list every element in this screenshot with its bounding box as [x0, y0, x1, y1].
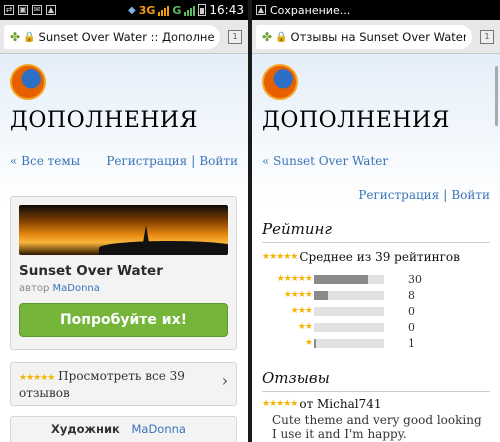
rating-row-stars-icon: ★★★	[290, 306, 313, 316]
login-link[interactable]: Войти	[451, 188, 490, 202]
clock: 16:43	[209, 3, 244, 17]
right-browser-pane: ▲ Сохранение... ✤ 🔒 Отзывы на Sunset Ove…	[252, 0, 500, 442]
rating-bar	[314, 306, 384, 316]
lock-icon: 🔒	[23, 31, 36, 43]
reviews-section-title: Отзывы	[262, 369, 330, 387]
url-field[interactable]: ✤ 🔒 Sunset Over Water :: Дополнения	[4, 25, 220, 49]
left-browser-pane: ⇄ ▣ ✉ ▲ ◆ 3G G 16:43 ✤ 🔒 Sunset Over Wat…	[0, 0, 248, 442]
download-image-icon: ▲	[256, 5, 266, 15]
rating-count: 30	[408, 272, 422, 286]
review-author: ★★★★★ от Michal741	[262, 397, 382, 411]
gallery-icon: ▣	[18, 5, 28, 15]
rating-row-1-stars[interactable]: ★ 1	[262, 336, 477, 350]
network-3g-label: 3G	[138, 3, 156, 17]
image-icon: ▲	[46, 5, 56, 15]
view-all-reviews[interactable]: ★★★★★ Просмотреть все 39 отзывов ›	[10, 362, 237, 406]
lock-icon: 🔒	[275, 31, 288, 43]
rating-bar	[314, 290, 384, 300]
addon-puzzle-icon: ✤	[10, 30, 21, 44]
addon-title: Sunset Over Water	[19, 263, 163, 279]
account-nav: Регистрация | Войти	[106, 154, 238, 168]
nav-separator: |	[443, 188, 448, 202]
url-bar: ✤ 🔒 Sunset Over Water :: Дополнения 1	[0, 20, 248, 54]
nav-separator: |	[191, 154, 196, 168]
rating-row-5-stars[interactable]: ★★★★★ 30	[262, 272, 477, 286]
status-bar: ▲ Сохранение...	[252, 0, 500, 20]
url-text: Sunset Over Water :: Дополнения	[38, 30, 214, 44]
rating-count: 8	[408, 288, 415, 302]
scrollbar[interactable]	[495, 66, 498, 126]
addon-author: автор MaDonna	[19, 283, 100, 294]
rating-bar-fill	[314, 274, 368, 284]
firefox-logo-icon[interactable]	[262, 64, 298, 100]
page-content: ДОПОЛНЕНИЯ « Все темы Регистрация | Войт…	[0, 54, 248, 442]
signal-bars-icon	[158, 5, 170, 16]
rating-row-4-stars[interactable]: ★★★★ 8	[262, 288, 477, 302]
review-stars-icon: ★★★★★	[262, 399, 298, 409]
rating-section-title: Рейтинг	[262, 220, 332, 238]
average-rating-text: Среднее из 39 рейтингов	[299, 250, 460, 264]
wifi-icon: ◆	[127, 4, 136, 16]
register-link[interactable]: Регистрация	[106, 154, 187, 168]
preview-hill	[99, 241, 228, 255]
mail-icon: ✉	[32, 5, 42, 15]
account-nav: Регистрация | Войти	[358, 188, 490, 202]
rating-bar-fill	[314, 338, 317, 348]
status-notification: Сохранение...	[270, 3, 351, 17]
artist-row: Художник MaDonna	[10, 416, 237, 442]
review-body: Cute theme and very good looking I use i…	[272, 413, 482, 441]
theme-preview-image[interactable]	[19, 205, 228, 255]
author-link[interactable]: MaDonna	[53, 283, 100, 294]
rating-bar	[314, 322, 384, 332]
rating-row-2-stars[interactable]: ★★ 0	[262, 320, 477, 334]
rating-row-stars-icon: ★★	[297, 322, 313, 332]
review-author-text: от Michal741	[299, 397, 382, 411]
rating-bar	[314, 274, 384, 284]
rating-row-3-stars[interactable]: ★★★ 0	[262, 304, 477, 318]
network-g-label: G	[172, 3, 182, 17]
url-bar: ✤ 🔒 Отзывы на Sunset Over Water 1	[252, 20, 500, 54]
rating-section-divider	[262, 242, 490, 243]
signal-bars-2-icon	[184, 5, 196, 16]
all-themes-link[interactable]: « Все темы	[10, 154, 80, 168]
chevron-right-icon: ›	[221, 371, 228, 390]
rating-count: 0	[408, 320, 415, 334]
rating-bar-fill	[314, 290, 328, 300]
login-link[interactable]: Войти	[199, 154, 238, 168]
rating-count: 1	[408, 336, 415, 350]
rating-row-stars-icon: ★★★★★	[276, 274, 313, 284]
back-to-addon-link[interactable]: « Sunset Over Water	[262, 154, 388, 168]
reviews-section-divider	[262, 391, 490, 392]
battery-icon	[198, 4, 207, 16]
page-title: ДОПОЛНЕНИЯ	[262, 108, 450, 133]
url-field[interactable]: ✤ 🔒 Отзывы на Sunset Over Water	[256, 25, 472, 49]
author-prefix: автор	[19, 283, 50, 294]
average-stars-icon: ★★★★★	[262, 252, 298, 262]
rating-row-stars-icon: ★	[304, 338, 313, 348]
artist-link[interactable]: MaDonna	[131, 422, 186, 436]
addon-card: Sunset Over Water автор MaDonna Попробуй…	[10, 196, 237, 350]
page-content: ДОПОЛНЕНИЯ « Sunset Over Water Регистрац…	[252, 54, 500, 442]
rating-count: 0	[408, 304, 415, 318]
rating-bar	[314, 338, 384, 348]
try-it-button[interactable]: Попробуйте их!	[19, 303, 228, 337]
addon-puzzle-icon: ✤	[262, 30, 273, 44]
rating-row-stars-icon: ★★★★	[283, 290, 313, 300]
tabs-button[interactable]: 1	[228, 30, 242, 44]
firefox-logo-icon[interactable]	[10, 64, 46, 100]
usb-icon: ⇄	[4, 5, 14, 15]
tabs-button[interactable]: 1	[480, 30, 494, 44]
register-link[interactable]: Регистрация	[358, 188, 439, 202]
url-text: Отзывы на Sunset Over Water	[290, 30, 466, 44]
artist-label: Художник	[51, 422, 120, 436]
rating-stars-icon: ★★★★★	[19, 373, 55, 383]
preview-tree	[141, 225, 151, 255]
average-rating: ★★★★★ Среднее из 39 рейтингов	[262, 250, 460, 264]
page-title: ДОПОЛНЕНИЯ	[10, 108, 198, 133]
status-bar: ⇄ ▣ ✉ ▲ ◆ 3G G 16:43	[0, 0, 248, 20]
